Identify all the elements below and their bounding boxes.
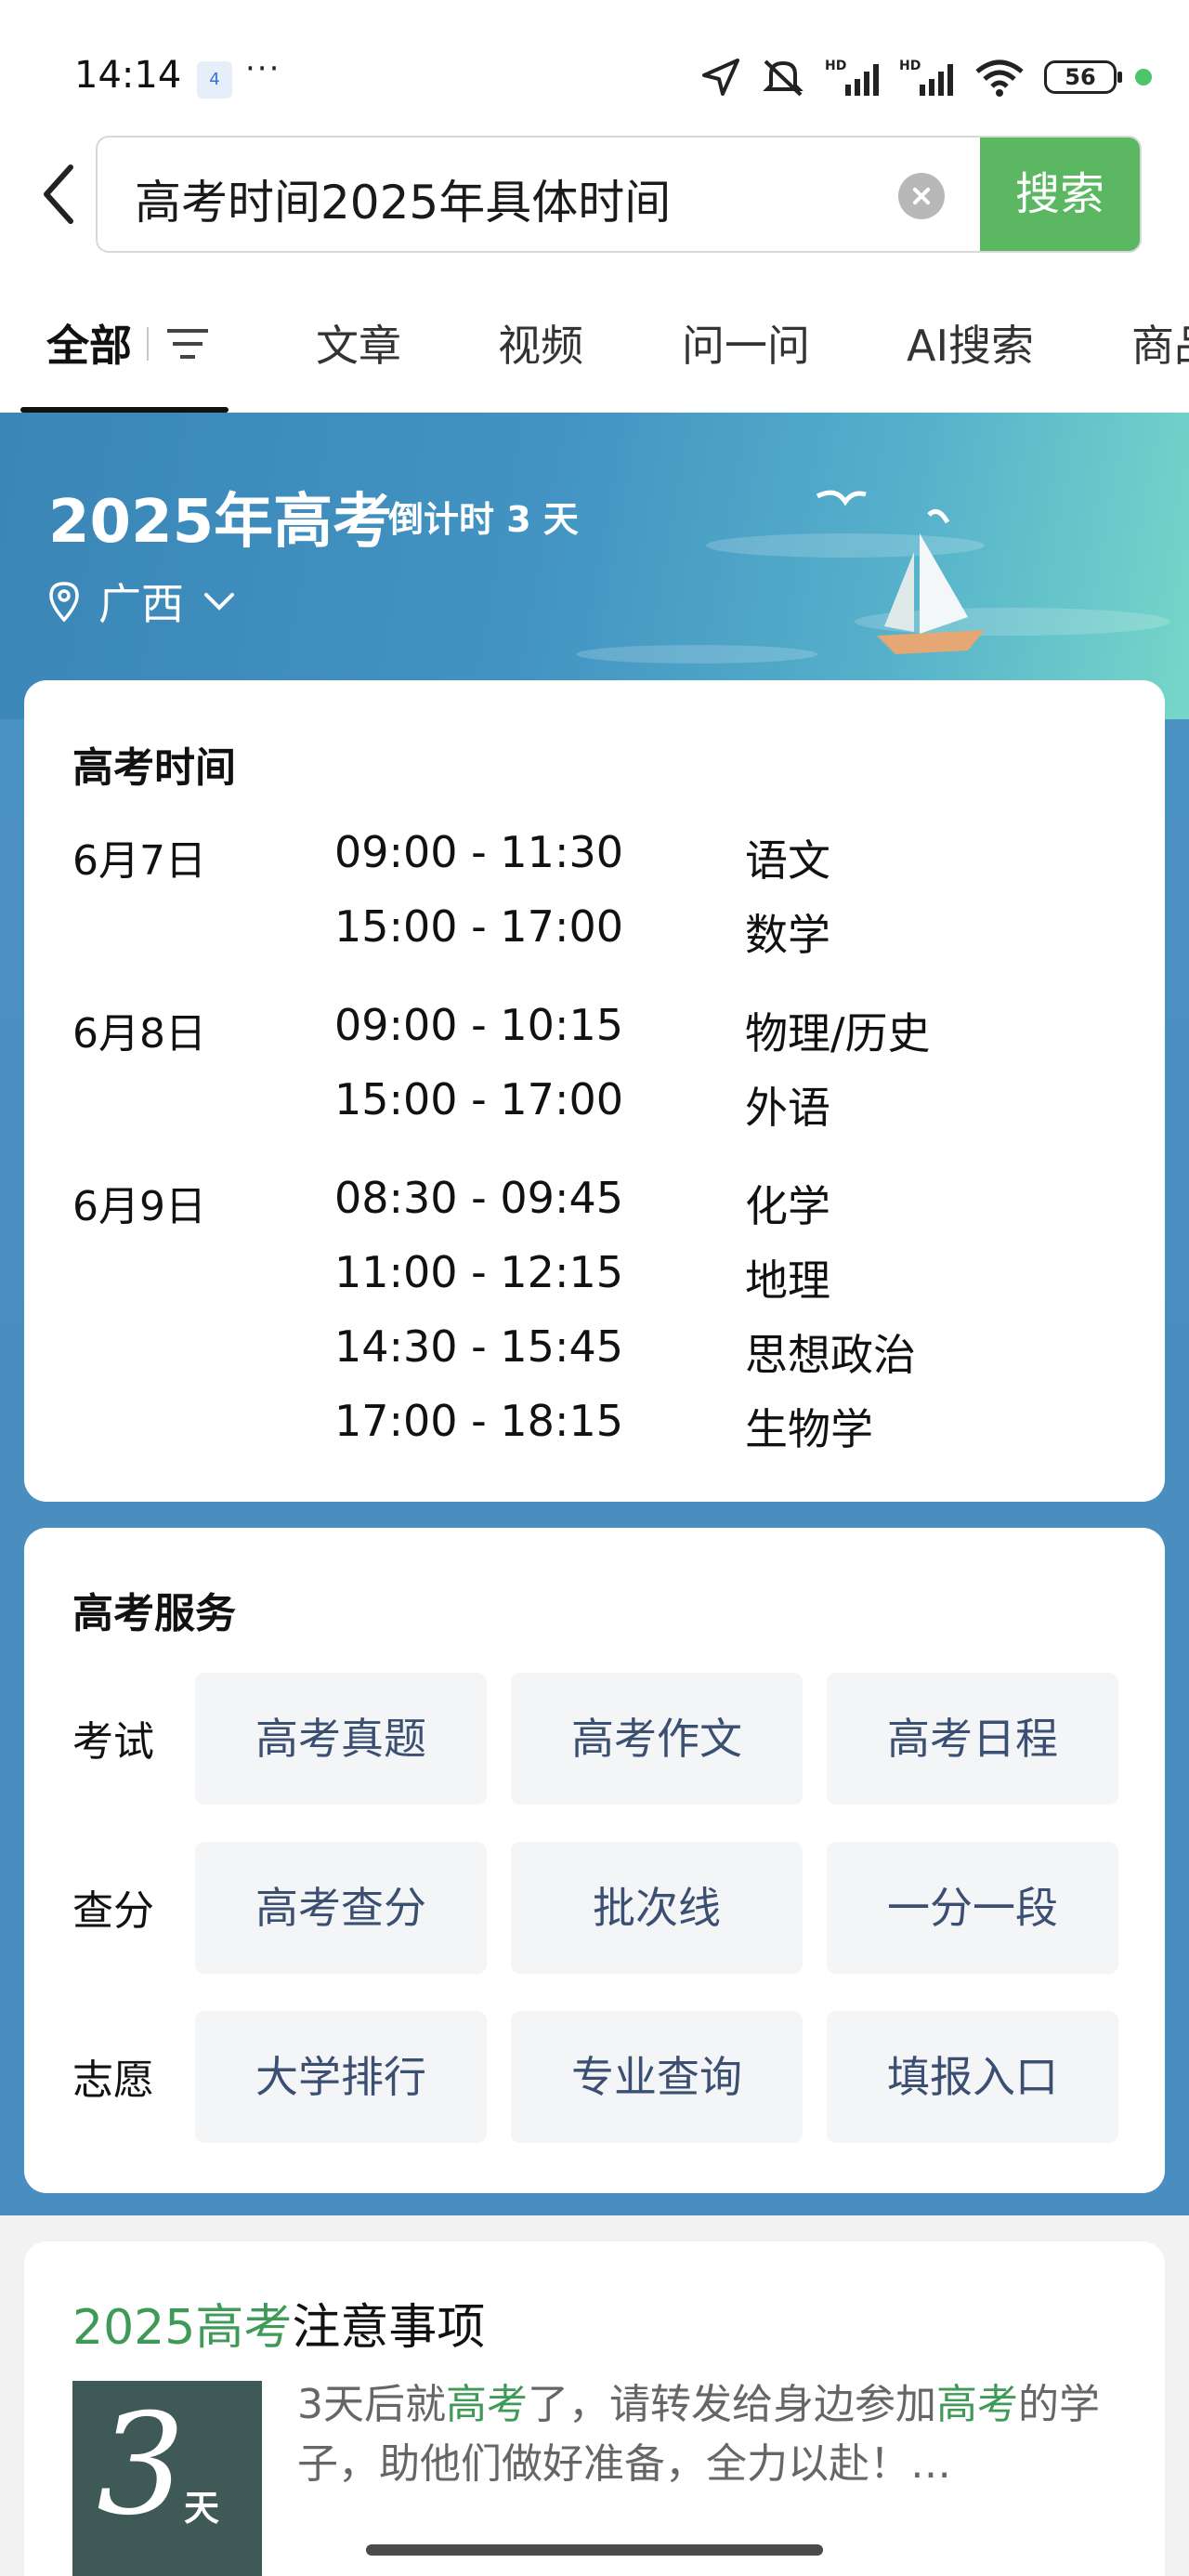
status-icons: HD HD 56	[700, 54, 1152, 100]
mute-icon	[763, 59, 804, 97]
schedule-subject: 地理	[745, 1255, 830, 1306]
search-input[interactable]: 高考时间2025年具体时间 搜索	[96, 136, 1142, 253]
location-label[interactable]: 广西	[98, 571, 184, 632]
services-card: 高考服务 考试 高考真题 高考作文 高考日程 查分 高考查分 批次线 一分一段 …	[24, 1528, 1165, 2193]
back-icon[interactable]	[37, 162, 84, 227]
tab-ai-search[interactable]: AI搜索	[907, 312, 1034, 374]
article-snippet: 3天后就高考了，请转发给身边参加高考的学子，助他们做好准备，全力以赴！…	[297, 2375, 1133, 2494]
schedule-time: 11:00 - 12:15	[334, 1247, 623, 1297]
services-title: 高考服务	[72, 1590, 236, 1637]
snippet-highlight: 高考	[446, 2381, 528, 2428]
service-button-exam-schedule[interactable]: 高考日程	[827, 1673, 1118, 1805]
battery-icon: 56	[1044, 60, 1122, 94]
chevron-down-icon[interactable]	[203, 590, 236, 612]
schedule-subject: 外语	[745, 1083, 830, 1133]
tab-products[interactable]: 商品	[1131, 312, 1189, 374]
wifi-icon	[975, 59, 1024, 97]
service-group-label: 志愿	[72, 2057, 154, 2104]
tab-videos[interactable]: 视频	[498, 312, 583, 374]
service-button-cutoff-lines[interactable]: 批次线	[511, 1842, 803, 1974]
tab-articles[interactable]: 文章	[316, 312, 401, 374]
schedule-time: 08:30 - 09:45	[334, 1173, 623, 1223]
snippet-highlight: 高考	[936, 2381, 1018, 2428]
tab-divider	[147, 327, 149, 361]
wave-decoration	[576, 645, 817, 664]
status-bar: 14:14 4 ··· HD HD 56	[0, 0, 1189, 130]
countdown-label: 倒计时 3 天	[388, 499, 579, 540]
clear-icon[interactable]	[898, 173, 945, 219]
service-button-check-score[interactable]: 高考查分	[195, 1842, 487, 1974]
signal-hd-icon: HD	[899, 59, 953, 96]
schedule-subject: 生物学	[745, 1404, 873, 1454]
gaokao-hero: 2025年高考 倒计时 3 天 广西 高考时间 6月7日 09:00 - 11:…	[0, 413, 1189, 2215]
article-title-highlight: 2025高考	[72, 2300, 293, 2356]
article-title-text: 注意事项	[292, 2300, 486, 2356]
schedule-date: 6月9日	[72, 1183, 206, 1230]
search-button[interactable]: 搜索	[980, 138, 1140, 251]
schedule-title: 高考时间	[72, 744, 236, 792]
service-group-label: 考试	[72, 1718, 154, 1766]
hero-banner	[0, 413, 1189, 719]
schedule-time: 09:00 - 10:15	[334, 1000, 623, 1050]
notification-icon: 4	[197, 61, 232, 99]
article-thumbnail[interactable]: 3 天	[72, 2381, 262, 2576]
search-tabs: 全部 文章 视频 问一问 AI搜索 商品	[0, 279, 1189, 413]
schedule-subject: 物理/历史	[745, 1008, 931, 1058]
schedule-date: 6月8日	[72, 1010, 206, 1058]
service-button-score-rank[interactable]: 一分一段	[827, 1842, 1118, 1974]
home-indicator[interactable]	[366, 2544, 823, 2556]
tab-all[interactable]: 全部	[46, 312, 132, 374]
schedule-time: 15:00 - 17:00	[334, 901, 623, 952]
schedule-date: 6月7日	[72, 837, 206, 885]
thumbnail-unit: 天	[184, 2488, 220, 2529]
service-button-past-papers[interactable]: 高考真题	[195, 1673, 487, 1805]
svg-text:HD: HD	[899, 59, 921, 73]
schedule-time: 15:00 - 17:00	[334, 1074, 623, 1124]
more-notifications-icon: ···	[245, 50, 281, 87]
schedule-subject: 化学	[745, 1181, 830, 1231]
signal-hd-icon: HD	[825, 59, 879, 96]
tab-ask[interactable]: 问一问	[682, 312, 810, 374]
schedule-time: 09:00 - 11:30	[334, 827, 623, 877]
location-selector[interactable]: 广西	[48, 571, 236, 632]
schedule-card: 高考时间 6月7日 09:00 - 11:30 语文 15:00 - 17:00…	[24, 680, 1165, 1502]
snippet-text: 3天后就	[297, 2381, 446, 2428]
location-icon	[702, 59, 739, 96]
service-group-label: 查分	[72, 1887, 154, 1935]
service-button-major-search[interactable]: 专业查询	[511, 2011, 803, 2143]
location-pin-icon	[49, 582, 79, 622]
snippet-text: 了，请转发给身边参加	[528, 2381, 936, 2428]
article-result[interactable]: 2025高考注意事项 3 天 3天后就高考了，请转发给身边参加高考的学子，助他们…	[24, 2241, 1165, 2576]
schedule-subject: 数学	[745, 910, 830, 960]
schedule-subject: 思想政治	[745, 1330, 916, 1380]
search-header: 高考时间2025年具体时间 搜索	[0, 130, 1189, 260]
sailboat-icon	[816, 490, 985, 654]
article-title[interactable]: 2025高考注意事项	[72, 2288, 485, 2358]
service-button-essays[interactable]: 高考作文	[511, 1673, 803, 1805]
schedule-subject: 语文	[745, 835, 830, 886]
filter-icon[interactable]	[165, 323, 210, 364]
hero-title: 2025年高考	[48, 488, 393, 557]
service-button-university-ranking[interactable]: 大学排行	[195, 2011, 487, 2143]
privacy-indicator-icon	[1135, 69, 1152, 85]
search-query[interactable]: 高考时间2025年具体时间	[135, 165, 671, 232]
schedule-time: 17:00 - 18:15	[334, 1396, 623, 1446]
status-time: 14:14	[74, 54, 182, 97]
schedule-time: 14:30 - 15:45	[334, 1321, 623, 1372]
svg-text:HD: HD	[825, 59, 846, 73]
service-button-application-entry[interactable]: 填报入口	[827, 2011, 1118, 2143]
thumbnail-number: 3	[97, 2385, 186, 2546]
